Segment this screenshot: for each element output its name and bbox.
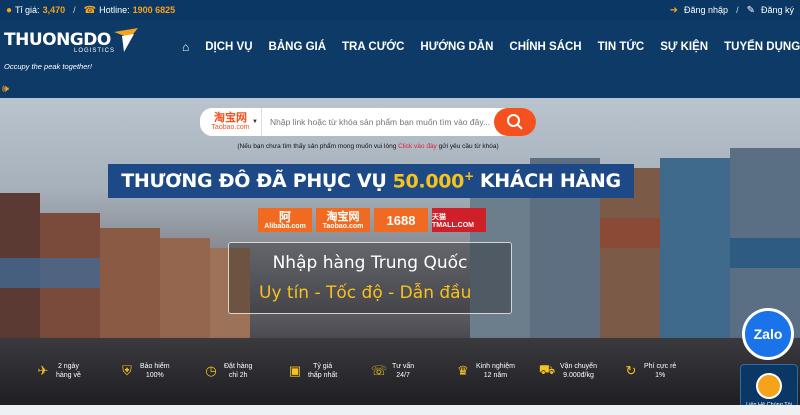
feature-item: ◷ Đặt hàng chỉ 2h bbox=[202, 362, 286, 380]
support-agent-icon bbox=[756, 373, 782, 399]
nav-item-huong-dan[interactable]: HƯỚNG DẪN bbox=[412, 41, 501, 53]
exchange-rate-value: 3,470 bbox=[42, 5, 66, 15]
feature-value: thấp nhất bbox=[308, 372, 338, 379]
announcement-bar: 🕪 bbox=[0, 82, 800, 98]
refresh-icon: ↻ bbox=[625, 363, 637, 378]
register-link[interactable]: Đăng ký bbox=[761, 5, 794, 15]
nav-item-su-kien[interactable]: SỰ KIỆN bbox=[652, 41, 716, 53]
divider: / bbox=[736, 5, 739, 15]
search-icon bbox=[507, 114, 523, 130]
feature-title: Phí cực rẻ bbox=[644, 363, 677, 370]
nav-item-tin-tuc[interactable]: TIN TỨC bbox=[590, 41, 653, 53]
home-icon[interactable]: ⌂ bbox=[178, 40, 197, 54]
feature-item: ▣ Tỷ giá thấp nhất bbox=[286, 362, 370, 380]
feature-value: 24/7 bbox=[396, 372, 410, 379]
tmall-logo[interactable]: 天猫 TMALL.COM bbox=[432, 208, 486, 232]
plane-icon: ✈ bbox=[37, 363, 49, 378]
feature-title: Tỷ giá bbox=[313, 363, 333, 370]
feature-item: ♛ Kinh nghiệm 12 năm bbox=[454, 362, 538, 380]
search-note-text: (Nếu bạn chưa tìm thấy sản phẩm mong muố… bbox=[237, 143, 399, 150]
chevron-down-icon: ▼ bbox=[252, 119, 258, 125]
nav-item-chinh-sach[interactable]: CHÍNH SÁCH bbox=[501, 41, 589, 53]
nav-item-dich-vu[interactable]: DỊCH VỤ bbox=[197, 41, 260, 53]
edit-icon: ✎ bbox=[746, 4, 755, 16]
exchange-rate: ● Tỉ giá: 3,470 bbox=[6, 5, 65, 16]
feature-title: Đặt hàng bbox=[224, 363, 253, 370]
taobao-cn: 淘宝网 bbox=[326, 210, 360, 223]
top-bar: ● Tỉ giá: 3,470 / ☎ Hotline: 1900 6825 ➜… bbox=[0, 0, 800, 20]
banner-text-end: KHÁCH HÀNG bbox=[479, 170, 621, 192]
hotline[interactable]: ☎ Hotline: 1900 6825 bbox=[84, 5, 176, 16]
zalo-chat-button[interactable]: Zalo bbox=[742, 308, 794, 360]
logo-mark-icon bbox=[114, 28, 138, 52]
divider: / bbox=[73, 5, 76, 15]
product-search: 淘宝网 Taobao.com ▼ bbox=[200, 108, 536, 136]
login-icon: ➜ bbox=[669, 4, 679, 16]
feature-value: hàng về bbox=[56, 372, 81, 379]
search-note: (Nếu bạn chưa tìm thấy sản phẩm mong muố… bbox=[200, 143, 536, 150]
logo-tagline: Occupy the peak together! bbox=[4, 62, 92, 71]
exchange-rate-label: Tỉ giá: bbox=[15, 5, 40, 15]
banner-text: THƯƠNG ĐÔ ĐÃ PHỤC VỤ bbox=[121, 170, 387, 192]
phone-icon: ☏ bbox=[370, 363, 388, 378]
feature-value: chỉ 2h bbox=[228, 372, 248, 379]
feature-value: 1% bbox=[655, 372, 666, 379]
feature-item: ✈ 2 ngày hàng về bbox=[34, 362, 118, 380]
alibaba-logo[interactable]: 阿 Alibaba.com bbox=[258, 208, 312, 232]
nav-item-tuyen-dung[interactable]: TUYỂN DỤNG bbox=[716, 41, 800, 53]
taobao-logo[interactable]: 淘宝网 Taobao.com bbox=[316, 208, 370, 232]
clock-icon: ◷ bbox=[205, 363, 217, 378]
search-note-text-end: gửi yêu cầu từ khóa) bbox=[436, 143, 499, 150]
phone-icon: ☎ bbox=[83, 4, 97, 16]
banner-number-value: 50.000 bbox=[392, 170, 465, 193]
source-select-cn: 淘宝网 bbox=[214, 111, 247, 124]
alibaba-label: Alibaba.com bbox=[264, 222, 306, 230]
slogan-box: Nhập hàng Trung Quốc Uy tín - Tốc độ - D… bbox=[228, 242, 512, 314]
page-bottom-strip bbox=[0, 405, 800, 415]
hotline-label: Hotline: bbox=[99, 5, 130, 15]
feature-title: Bảo hiểm bbox=[140, 363, 170, 370]
search-button[interactable] bbox=[494, 108, 536, 136]
nav-item-bang-gia[interactable]: BẢNG GIÁ bbox=[261, 41, 335, 53]
feature-value: 12 năm bbox=[483, 372, 508, 379]
feature-item: ↻ Phí cực rẻ 1% bbox=[622, 362, 706, 380]
header: THUONGDO LOGISTICS Occupy the peak toget… bbox=[0, 20, 800, 82]
platform-logos: 阿 Alibaba.com 淘宝网 Taobao.com 1688 天猫 TMA… bbox=[258, 208, 486, 232]
feature-strip: ✈ 2 ngày hàng về ⛨ Bảo hiểm 100% ◷ Đặt hàn… bbox=[34, 362, 706, 380]
nav-item-tra-cuoc[interactable]: TRA CƯỚC bbox=[334, 41, 412, 53]
feature-title: Kinh nghiệm bbox=[476, 363, 515, 370]
main-nav: ⌂ DỊCH VỤ BẢNG GIÁ TRA CƯỚC HƯỚNG DẪN CH… bbox=[178, 40, 800, 54]
login-link[interactable]: Đăng nhập bbox=[684, 5, 728, 15]
alibaba-glyph: 阿 bbox=[278, 209, 291, 224]
logo[interactable]: THUONGDO LOGISTICS Occupy the peak toget… bbox=[4, 28, 142, 76]
source-select[interactable]: 淘宝网 Taobao.com ▼ bbox=[200, 108, 262, 136]
hotline-value[interactable]: 1900 6825 bbox=[133, 5, 176, 15]
truck-icon: ⛟ bbox=[538, 362, 556, 377]
feature-title: Tư vấn bbox=[392, 363, 415, 370]
banner-number: 50.000+ bbox=[392, 169, 475, 193]
feature-item: ☏ Tư vấn 24/7 bbox=[370, 362, 454, 380]
feature-value: 9.000đ/kg bbox=[563, 372, 594, 379]
banner-number-plus: + bbox=[464, 169, 474, 184]
hero-section: 淘宝网 Taobao.com ▼ (Nếu bạn chưa tìm thấy … bbox=[0, 98, 800, 405]
logo-1688[interactable]: 1688 bbox=[374, 208, 428, 232]
feature-title: Vận chuyển bbox=[560, 363, 597, 370]
megaphone-icon: 🕪 bbox=[2, 83, 9, 95]
money-icon: ▣ bbox=[288, 363, 302, 378]
feature-value: 100% bbox=[145, 372, 164, 379]
logo-sub: LOGISTICS bbox=[74, 48, 116, 54]
feature-item: ⛟ Vận chuyển 9.000đ/kg bbox=[538, 362, 622, 380]
feature-item: ⛨ Bảo hiểm 100% bbox=[118, 362, 202, 380]
coin-icon: ● bbox=[6, 4, 13, 16]
shield-icon: ⛨ bbox=[122, 363, 132, 378]
feature-title: 2 ngày bbox=[57, 363, 79, 370]
customer-banner: THƯƠNG ĐÔ ĐÃ PHỤC VỤ 50.000+ KHÁCH HÀNG bbox=[108, 164, 634, 198]
slogan-title: Nhập hàng Trung Quốc bbox=[272, 253, 468, 273]
search-input[interactable] bbox=[262, 117, 494, 127]
slogan-subtitle: Uy tín - Tốc độ - Dẫn đầu bbox=[259, 283, 472, 303]
source-select-domain: Taobao.com bbox=[211, 123, 250, 131]
request-keyword-link[interactable]: Click vào đây bbox=[398, 143, 437, 150]
trophy-icon: ♛ bbox=[457, 363, 469, 378]
taobao-label: Taobao.com bbox=[322, 222, 364, 230]
